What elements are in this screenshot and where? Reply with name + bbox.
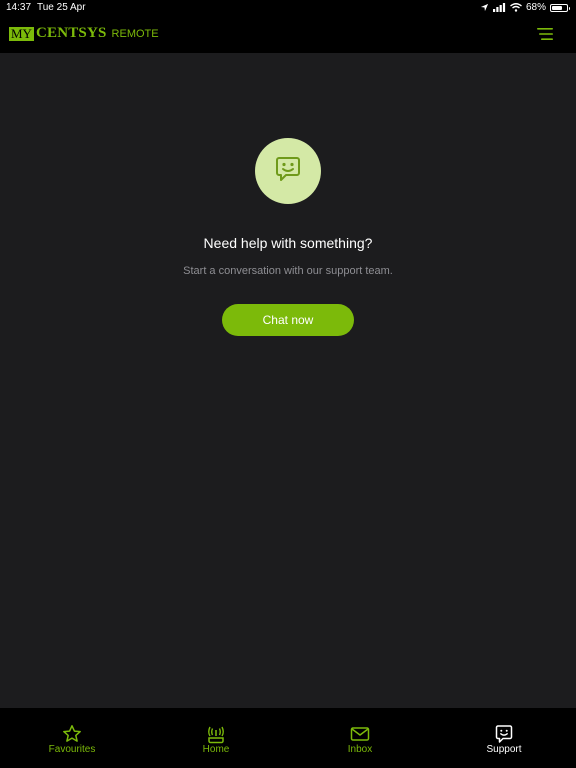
tab-inbox[interactable]: Inbox <box>288 708 432 768</box>
chat-bubble-smile-icon <box>494 724 514 744</box>
bottom-tab-bar: Favourites Home Inbox Support <box>0 708 576 768</box>
logo-my: MY <box>9 25 34 41</box>
logo-brand: CENTSYS <box>35 25 107 41</box>
support-screen: 14:37 Tue 25 Apr 68% MY CENTSYS REMOTE N… <box>0 0 576 768</box>
status-indicators: 68% <box>480 2 570 13</box>
tab-label-favourites: Favourites <box>48 744 96 755</box>
tab-home[interactable]: Home <box>144 708 288 768</box>
tab-label-support: Support <box>486 744 522 755</box>
status-date: Tue 25 Apr <box>37 2 86 13</box>
status-time: 14:37 <box>6 2 32 13</box>
hamburger-menu-icon[interactable] <box>536 27 554 41</box>
location-arrow-icon <box>480 3 489 12</box>
envelope-icon <box>350 724 370 744</box>
tab-label-home: Home <box>202 744 230 755</box>
chat-now-button[interactable]: Chat now <box>222 304 354 336</box>
battery-icon <box>550 3 570 12</box>
logo-suffix: REMOTE <box>111 27 159 40</box>
status-bar: 14:37 Tue 25 Apr 68% <box>0 0 576 16</box>
support-content: Need help with something? Start a conver… <box>0 53 576 708</box>
tab-label-inbox: Inbox <box>347 744 373 755</box>
tab-favourites[interactable]: Favourites <box>0 708 144 768</box>
support-headline: Need help with something? <box>203 235 373 251</box>
remote-signal-icon <box>206 724 226 744</box>
battery-fill <box>552 5 562 10</box>
support-avatar <box>255 138 321 204</box>
tab-support[interactable]: Support <box>432 708 576 768</box>
star-icon <box>62 724 82 744</box>
wifi-icon <box>510 3 522 12</box>
app-logo: MY CENTSYS REMOTE <box>9 25 159 41</box>
battery-percent: 68% <box>525 2 546 13</box>
support-subtext: Start a conversation with our support te… <box>183 265 393 277</box>
chat-bubble-smile-icon <box>273 154 303 189</box>
cellular-signal-icon <box>492 3 506 12</box>
app-header: MY CENTSYS REMOTE <box>0 16 576 53</box>
